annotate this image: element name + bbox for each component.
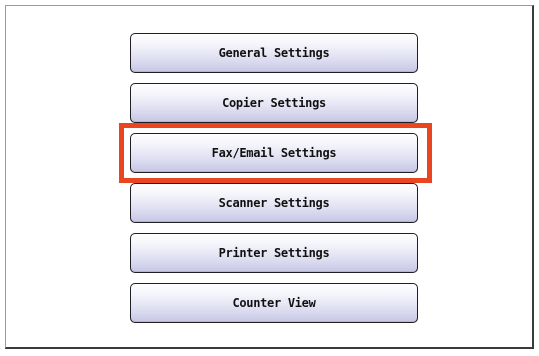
fax-email-settings-label: Fax/Email Settings [211, 146, 337, 160]
general-settings-label: General Settings [218, 46, 330, 60]
printer-settings-button[interactable]: Printer Settings [130, 233, 418, 273]
fax-email-settings-button[interactable]: Fax/Email Settings [130, 133, 418, 173]
scanner-settings-label: Scanner Settings [218, 196, 330, 210]
settings-menu: General Settings Copier Settings Fax/Ema… [6, 6, 532, 347]
printer-settings-label: Printer Settings [218, 246, 330, 260]
copier-settings-label: Copier Settings [222, 96, 326, 110]
copier-settings-button[interactable]: Copier Settings [130, 83, 418, 123]
counter-view-button[interactable]: Counter View [130, 283, 418, 323]
settings-panel: General Settings Copier Settings Fax/Ema… [5, 5, 534, 349]
scanner-settings-button[interactable]: Scanner Settings [130, 183, 418, 223]
counter-view-label: Counter View [232, 296, 316, 310]
general-settings-button[interactable]: General Settings [130, 33, 418, 73]
